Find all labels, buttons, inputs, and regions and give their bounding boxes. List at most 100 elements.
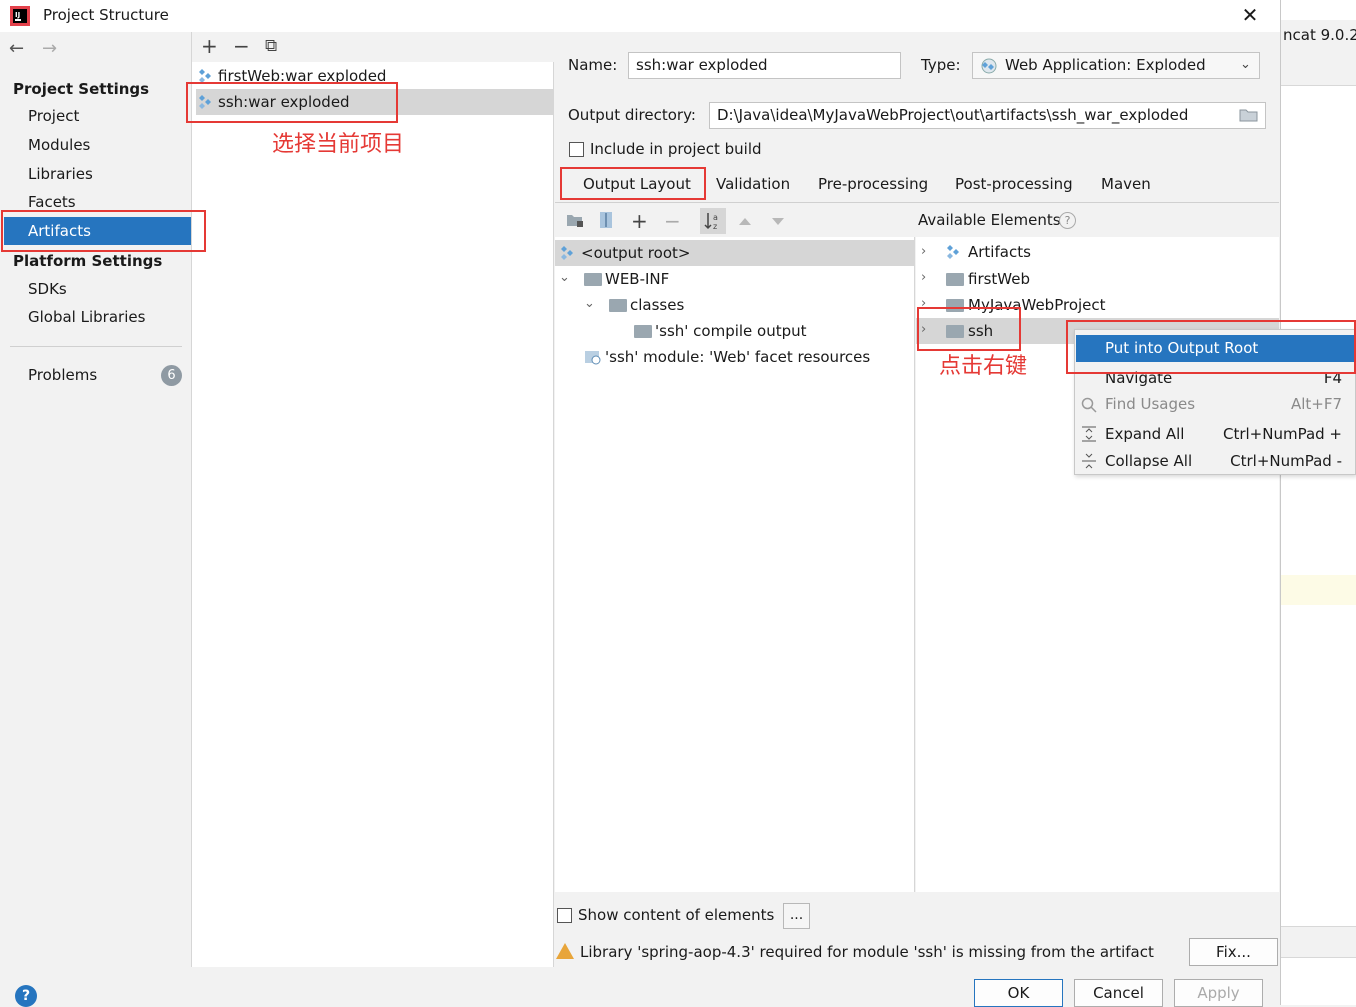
copy-artifact-button[interactable]: ⧉ [265,36,277,56]
chevron-right-icon[interactable]: › [921,244,926,259]
move-down-icon[interactable] [770,214,786,232]
background-highlight-line [1281,575,1356,605]
move-up-icon[interactable] [737,213,753,231]
forward-arrow-icon[interactable]: → [42,38,57,59]
background-toolbar [1281,50,1356,86]
show-content-checkbox[interactable] [557,908,572,923]
help-button[interactable]: ? [15,985,37,1007]
menu-item-expand-all[interactable]: Expand All Ctrl+NumPad + [1076,421,1354,448]
available-item-artifacts[interactable]: Artifacts [968,239,1031,265]
sidebar-item-sdks[interactable]: SDKs [28,280,67,298]
sidebar-item-global-libraries[interactable]: Global Libraries [28,308,145,326]
output-directory-input[interactable]: D:\Java\idea\MyJavaWebProject\out\artifa… [709,102,1266,129]
new-directory-icon[interactable] [566,212,584,232]
svg-text:z: z [713,222,717,231]
close-button[interactable]: ✕ [1236,4,1264,28]
add-artifact-button[interactable]: + [201,34,218,58]
folder-icon [609,299,627,312]
available-elements-title: Available Elements [918,211,1061,229]
tree-node-output-root[interactable]: <output root> [555,240,915,266]
module-folder-icon [946,273,964,286]
menu-item-shortcut: Alt+F7 [1290,395,1342,413]
search-icon [1081,397,1097,417]
annotation-select-project: 选择当前项目 [272,132,405,157]
show-content-options-button[interactable]: ... [783,903,810,929]
sort-icon[interactable]: az [700,208,726,234]
sidebar-divider [10,346,182,347]
web-facet-icon [584,349,602,369]
ok-button[interactable]: OK [974,979,1063,1007]
intellij-app-icon: IJ [10,6,30,26]
background-editor: ncat 9.0.26 [1280,0,1356,1005]
module-output-icon [634,325,652,338]
output-directory-label: Output directory: [568,106,696,124]
annotation-box-output-layout [560,167,706,200]
menu-item-shortcut: Ctrl+NumPad - [1230,452,1342,470]
type-label: Type: [921,56,961,74]
remove-artifact-button[interactable]: − [233,34,250,58]
tab-validation[interactable]: Validation [716,175,790,193]
help-icon[interactable]: ? [1059,212,1076,229]
include-in-build-label: Include in project build [590,140,762,158]
archive-icon[interactable] [599,211,613,233]
menu-item-shortcut: Ctrl+NumPad + [1222,425,1342,443]
chevron-down-icon[interactable]: ⌄ [559,270,570,285]
type-select[interactable]: Web Application: Exploded [972,52,1260,79]
back-arrow-icon[interactable]: ← [9,38,24,59]
name-label: Name: [568,56,618,74]
title-bar [0,0,1280,32]
menu-item-label: Find Usages [1105,395,1196,413]
artifact-icon [560,245,576,265]
sidebar-item-modules[interactable]: Modules [28,136,90,154]
warning-icon [556,943,574,959]
tree-node-classes[interactable]: classes [630,292,684,318]
annotation-right-click: 点击右键 [939,354,1028,379]
show-content-label: Show content of elements [578,906,775,924]
tree-node-facet-resources[interactable]: 'ssh' module: 'Web' facet resources [605,344,870,370]
chevron-down-icon: ⌄ [1240,57,1251,72]
include-in-build-checkbox[interactable] [569,142,584,157]
tab-maven[interactable]: Maven [1101,175,1151,193]
folder-icon [584,273,602,286]
name-input[interactable]: ssh:war exploded [628,52,901,79]
annotation-box-ssh [917,307,1021,351]
apply-button[interactable]: Apply [1174,979,1263,1007]
platform-settings-header: Platform Settings [13,252,163,270]
svg-text:IJ: IJ [15,11,20,19]
background-status-line [1281,926,1356,958]
remove-element-icon[interactable]: − [664,209,681,233]
menu-item-collapse-all[interactable]: Collapse All Ctrl+NumPad - [1076,448,1354,475]
project-settings-header: Project Settings [13,80,150,98]
tab-post-processing[interactable]: Post-processing [955,175,1073,193]
cancel-button[interactable]: Cancel [1074,979,1163,1007]
annotation-box-put-into-output-root [1066,320,1356,374]
svg-text:a: a [713,213,718,222]
sidebar-item-facets[interactable]: Facets [28,193,76,211]
menu-item-label: Expand All [1105,425,1185,443]
tab-pre-processing[interactable]: Pre-processing [818,175,928,193]
annotation-box-artifacts [1,210,206,252]
tree-node-compile-output[interactable]: 'ssh' compile output [655,318,807,344]
problems-count-badge: 6 [161,365,182,386]
artifact-icon [946,244,962,264]
menu-item-label: Collapse All [1105,452,1193,470]
sidebar-item-problems[interactable]: Problems [28,366,97,384]
fix-button[interactable]: Fix... [1189,938,1278,966]
chevron-right-icon[interactable]: › [921,270,926,285]
artifacts-list-panel [192,32,554,967]
add-element-icon[interactable]: + [631,209,648,233]
window-title: Project Structure [43,6,169,24]
sidebar-item-project[interactable]: Project [28,107,79,125]
menu-item-find-usages[interactable]: Find Usages Alt+F7 [1076,391,1354,418]
background-tab: ncat 9.0.26 [1281,20,1356,50]
type-select-value: Web Application: Exploded [1005,56,1206,74]
missing-library-warning: Library 'spring-aop-4.3' required for mo… [580,943,1154,961]
expand-all-icon [1081,426,1097,446]
web-app-icon [980,57,998,79]
available-item-firstweb[interactable]: firstWeb [968,266,1030,292]
chevron-down-icon[interactable]: ⌄ [584,296,595,311]
tree-node-web-inf[interactable]: WEB-INF [605,266,669,292]
tree-node-label: <output root> [581,244,691,262]
sidebar-item-libraries[interactable]: Libraries [28,165,93,183]
folder-browse-icon[interactable] [1239,107,1259,127]
